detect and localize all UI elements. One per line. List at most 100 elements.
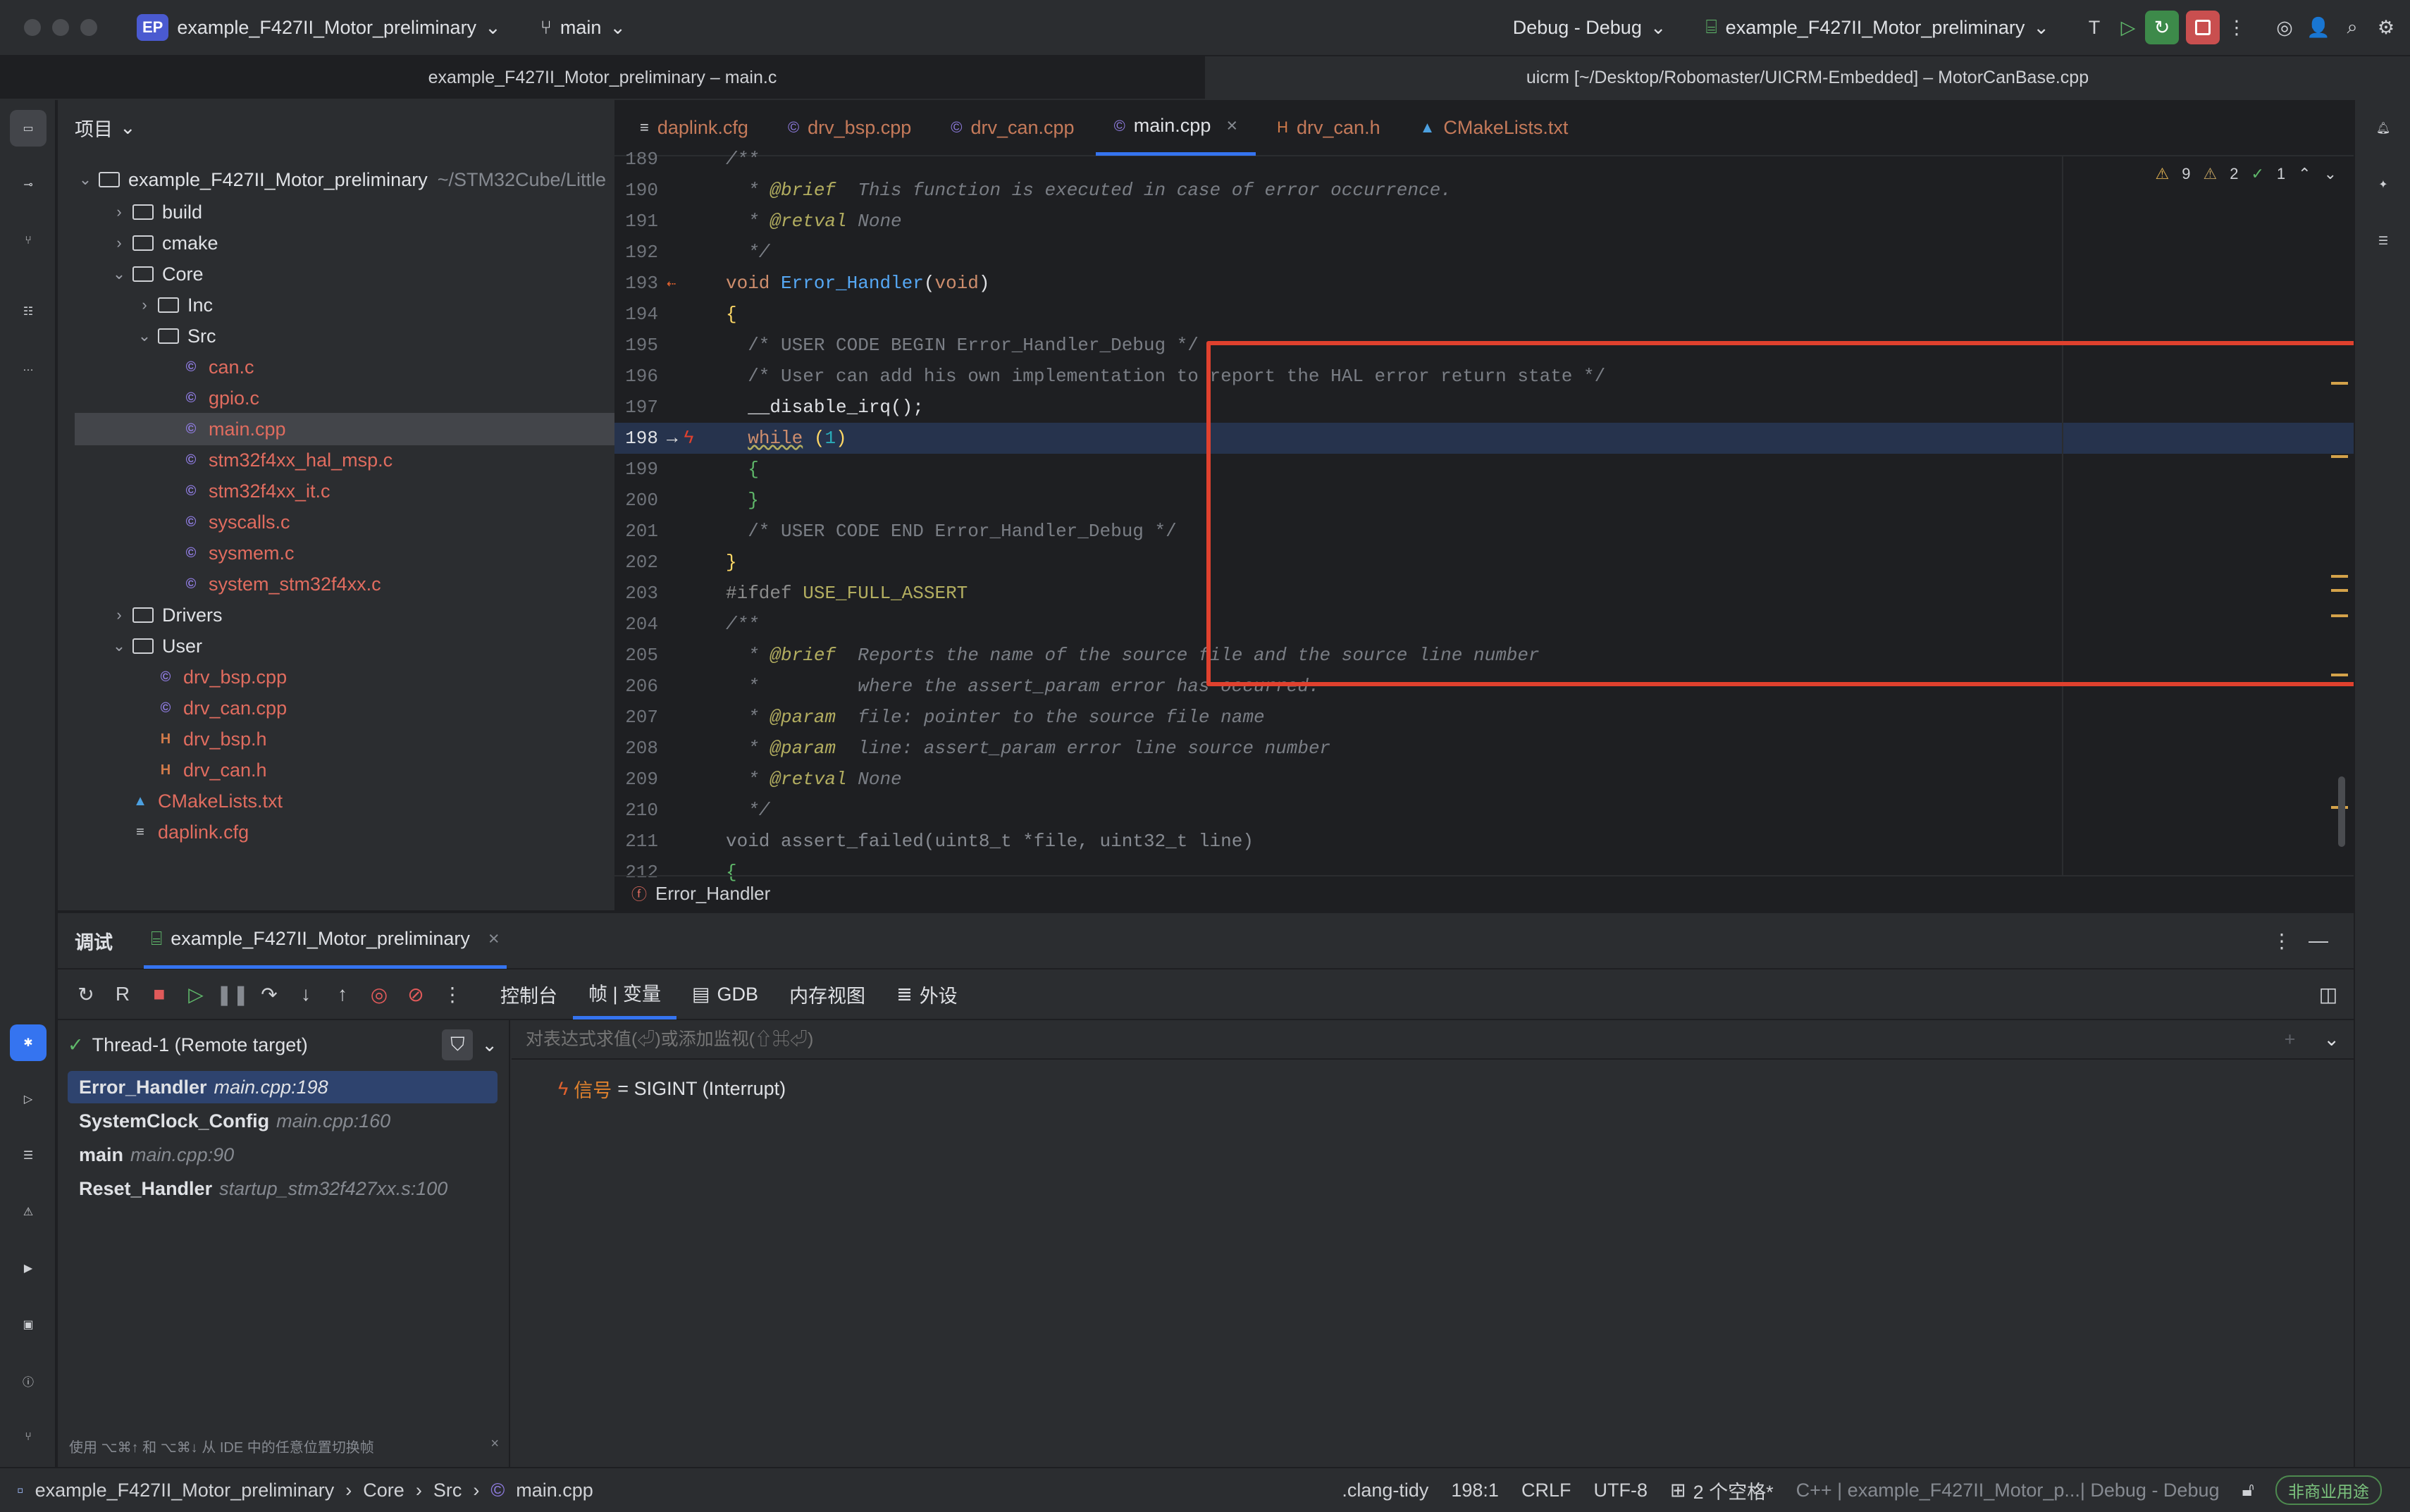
rerun-icon[interactable]: ↻ — [68, 976, 104, 1012]
code-line[interactable]: 201 /* USER CODE END Error_Handler_Debug… — [614, 516, 2354, 547]
close-icon[interactable]: × — [490, 1436, 499, 1456]
tree-item[interactable]: © stm32f4xx_it.c — [75, 475, 330, 507]
line-number[interactable]: 194 — [614, 304, 658, 325]
chevron-down-icon[interactable]: ⌄ — [2323, 1029, 2340, 1051]
tree-item[interactable]: › Drivers — [75, 599, 222, 631]
notifications-bell-icon[interactable]: 🔔︎ — [2365, 110, 2402, 147]
tree-item[interactable]: ≡ daplink.cfg — [75, 816, 249, 848]
step-over-icon[interactable]: ↷ — [251, 976, 288, 1012]
code-line[interactable]: 197 __disable_irq(); — [614, 392, 2354, 423]
problems-warning-icon[interactable]: ⚠ — [10, 1194, 47, 1230]
run-tool-icon[interactable]: ▷ — [10, 1081, 47, 1117]
code-line[interactable]: 196 /* User can add his own implementati… — [614, 361, 2354, 392]
tree-item[interactable]: › Inc — [75, 289, 213, 321]
code-line[interactable]: 193 ⇠ void Error_Handler(void) — [614, 268, 2354, 299]
eval-input[interactable] — [526, 1029, 2285, 1050]
branch-switcher[interactable]: ⑂ main ⌄ — [540, 17, 626, 39]
signal-variable[interactable]: ϟ 信号 = SIGINT (Interrupt) — [558, 1075, 786, 1103]
code-line[interactable]: 200 } — [614, 485, 2354, 516]
build-hammer-icon[interactable]: T — [2077, 11, 2111, 44]
line-number[interactable]: 192 — [614, 242, 658, 263]
stack-frame[interactable]: Reset_Handler startup_stm32f427xx.s:100 — [68, 1172, 498, 1205]
line-number[interactable]: 209 — [614, 769, 658, 790]
tree-item[interactable]: © can.c — [75, 351, 254, 383]
add-user-icon[interactable]: 👤 — [2301, 11, 2335, 44]
code-line[interactable]: 205 * @brief Reports the name of the sou… — [614, 640, 2354, 671]
line-number[interactable]: 207 — [614, 707, 658, 728]
git-icon[interactable]: ⑂ — [10, 1419, 47, 1456]
tree-item[interactable]: ⌄ Core — [75, 258, 204, 290]
tree-item[interactable]: © stm32f4xx_hal_msp.c — [75, 444, 393, 476]
line-number[interactable]: 204 — [614, 614, 658, 635]
file-encoding[interactable]: UTF-8 — [1593, 1480, 1648, 1501]
error-stripe[interactable] — [2331, 156, 2348, 875]
project-folder-icon[interactable]: ▭ — [10, 110, 47, 147]
pull-requests-icon[interactable]: ⑂ — [10, 223, 47, 259]
line-number[interactable]: 200 — [614, 490, 658, 511]
line-number[interactable]: 202 — [614, 552, 658, 573]
project-switcher[interactable]: EP example_F427II_Motor_preliminary ⌄ — [137, 14, 501, 41]
code-line[interactable]: 208 * @param line: assert_param error li… — [614, 733, 2354, 764]
more-options-icon[interactable]: ⋮ — [2263, 922, 2300, 959]
tree-item[interactable]: © drv_can.cpp — [75, 692, 287, 724]
thread-selector[interactable]: ✓ Thread-1 (Remote target) ⛉ ⌄ — [68, 1027, 498, 1062]
debug-rerun-icon[interactable]: ↻ — [2145, 11, 2179, 44]
indent-setting[interactable]: 2 个空格* — [1693, 1477, 1774, 1504]
code-line[interactable]: 191 * @retval None — [614, 206, 2354, 237]
step-out-icon[interactable]: ↑ — [324, 976, 361, 1012]
code-line[interactable]: 211 void assert_failed(uint8_t *file, uin… — [614, 826, 2354, 857]
tree-item[interactable]: ⌄ User — [75, 630, 202, 662]
debug-bug-icon[interactable]: ✱ — [10, 1024, 47, 1061]
tree-item[interactable]: ⌄ Src — [75, 320, 216, 352]
structure-icon[interactable]: ☷ — [10, 293, 47, 330]
log-icon[interactable]: ☰ — [10, 1137, 47, 1174]
code-line[interactable]: 209 * @retval None — [614, 764, 2354, 795]
line-number[interactable]: 205 — [614, 645, 658, 666]
line-number[interactable]: 210 — [614, 800, 658, 821]
status-path-segment[interactable]: example_F427II_Motor_preliminary — [35, 1480, 335, 1501]
caret-position[interactable]: 198:1 — [1451, 1480, 1499, 1501]
code-line[interactable]: 203 #ifdef USE_FULL_ASSERT — [614, 578, 2354, 609]
target-selector[interactable]: ⌸ example_F427II_Motor_preliminary ⌄ — [1705, 16, 2049, 39]
line-number[interactable]: 197 — [614, 397, 658, 418]
more-actions-icon[interactable]: ⋮ — [2220, 11, 2254, 44]
project-panel-header[interactable]: 项目 ⌄ — [75, 114, 136, 142]
ai-assistant-icon[interactable]: ◎ — [2268, 11, 2301, 44]
commit-icon[interactable]: ⊸ — [10, 166, 47, 203]
pause-icon[interactable]: ❚❚ — [214, 976, 251, 1012]
tree-item[interactable]: © sysmem.c — [75, 537, 295, 569]
stack-frame[interactable]: main main.cpp:90 — [68, 1139, 498, 1171]
code-line[interactable]: 198 → ϟ while (1) — [614, 423, 2354, 454]
chevron-down-icon[interactable]: ⌄ — [109, 637, 130, 655]
line-ending[interactable]: CRLF — [1521, 1480, 1571, 1501]
line-number[interactable]: 201 — [614, 521, 658, 542]
chevron-right-icon[interactable]: › — [109, 234, 130, 252]
close-icon[interactable]: × — [488, 928, 500, 950]
chevron-right-icon[interactable]: › — [134, 296, 155, 314]
gutter[interactable]: → ϟ — [667, 428, 726, 449]
tree-item[interactable]: © main.cpp — [75, 413, 614, 445]
tree-item[interactable]: › build — [75, 196, 202, 228]
debug-tab[interactable]: 控制台 — [485, 969, 573, 1020]
gutter[interactable]: ⇠ — [667, 273, 726, 294]
language-context[interactable]: C++ | example_F427II_Motor_p...| Debug -… — [1796, 1480, 2220, 1501]
status-path-segment[interactable]: Src — [433, 1480, 462, 1501]
code-line[interactable]: 207 * @param file: pointer to the source… — [614, 702, 2354, 733]
code-line[interactable]: 195 /* USER CODE BEGIN Error_Handler_Deb… — [614, 330, 2354, 361]
line-number[interactable]: 203 — [614, 583, 658, 604]
tree-item[interactable]: › cmake — [75, 227, 218, 259]
license-badge[interactable]: 非商业用途 — [2275, 1475, 2382, 1505]
breakpoint-lightning-icon[interactable]: ϟ — [684, 428, 695, 449]
stop-icon[interactable]: ■ — [141, 976, 178, 1012]
search-icon[interactable]: ⌕ — [2335, 11, 2369, 44]
debug-tab[interactable]: ▤ GDB — [676, 969, 774, 1020]
code-area[interactable]: 189 /** 190 * @brief This function is exec… — [614, 149, 2354, 883]
chevron-right-icon[interactable]: › — [109, 203, 130, 221]
stack-frame[interactable]: Error_Handler main.cpp:198 — [68, 1071, 498, 1103]
line-number[interactable]: 193 — [614, 273, 658, 294]
line-number[interactable]: 191 — [614, 211, 658, 232]
line-number[interactable]: 196 — [614, 366, 658, 387]
tree-item[interactable]: ▲ CMakeLists.txt — [75, 785, 283, 817]
implementation-icon[interactable]: ⇠ — [667, 275, 676, 293]
tree-item[interactable]: Hdrv_bsp.h — [75, 723, 267, 755]
